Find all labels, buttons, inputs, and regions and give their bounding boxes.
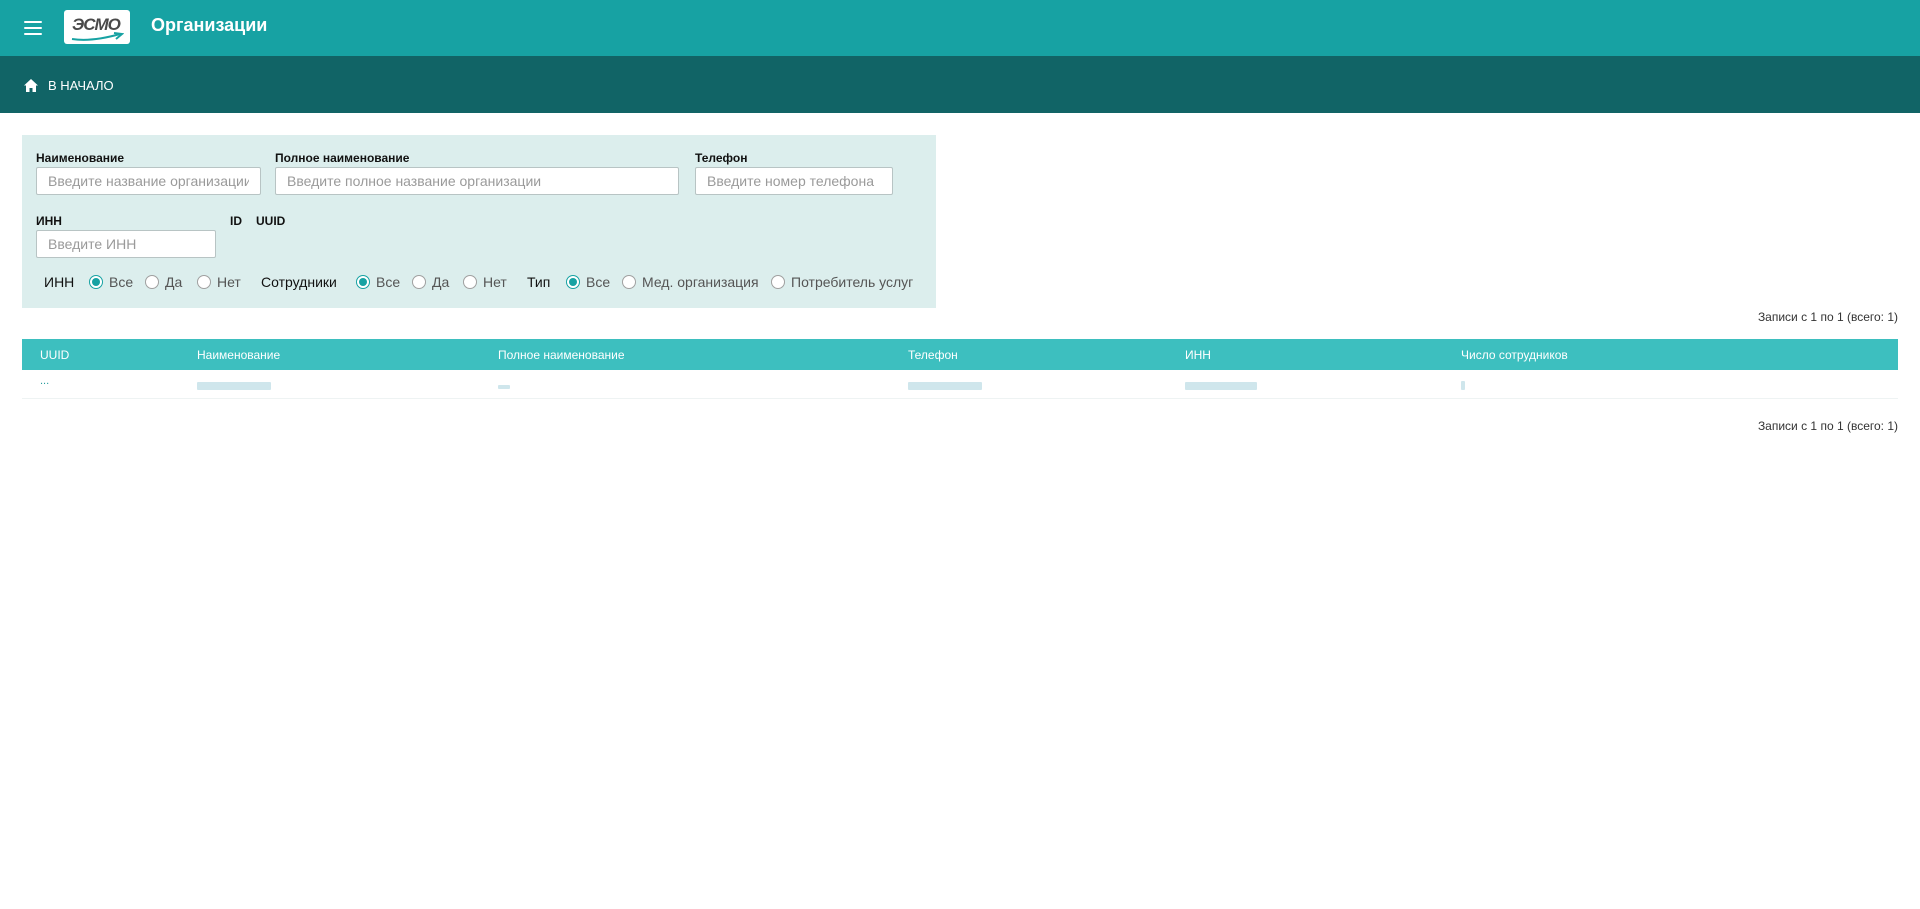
type-radio-consumer[interactable]: Потребитель услуг: [771, 274, 913, 290]
page-title: Организации: [151, 15, 268, 35]
phone-filter-input[interactable]: [695, 167, 893, 195]
records-info-top: Записи с 1 по 1 (всего: 1): [1757, 310, 1898, 324]
radio-label: Да: [165, 274, 183, 290]
uuid-filter-label: UUID: [256, 214, 286, 228]
type-radio-med-org[interactable]: Мед. организация: [622, 274, 759, 290]
app-logo[interactable]: ЭСМО: [64, 10, 130, 44]
inn-filter-label: ИНН: [36, 214, 62, 228]
radio-label: Потребитель услуг: [791, 274, 914, 290]
column-header-full-name[interactable]: Полное наименование: [498, 348, 625, 362]
home-link[interactable]: В НАЧАЛО: [24, 76, 114, 94]
column-header-inn[interactable]: ИНН: [1185, 348, 1211, 362]
radio-checked-icon: [89, 275, 103, 289]
employees-radio-no[interactable]: Нет: [463, 274, 507, 290]
column-header-name[interactable]: Наименование: [197, 348, 280, 362]
radio-unchecked-icon: [412, 275, 426, 289]
column-header-employees[interactable]: Число сотрудников: [1461, 348, 1568, 362]
full-name-filter-label: Полное наименование: [275, 151, 410, 165]
filter-panel: Наименование Полное наименование Телефон…: [22, 135, 936, 308]
employees-radio-group-label: Сотрудники: [261, 274, 337, 290]
radio-unchecked-icon: [145, 275, 159, 289]
column-header-phone[interactable]: Телефон: [908, 348, 958, 362]
inn-radio-yes[interactable]: Да: [145, 274, 182, 290]
radio-label: Все: [376, 274, 401, 290]
full-name-filter-input[interactable]: [275, 167, 679, 195]
cell-name-redacted: [197, 382, 271, 390]
type-radio-all[interactable]: Все: [566, 274, 610, 290]
breadcrumb-bar: В НАЧАЛО: [0, 56, 1920, 113]
inn-filter-input[interactable]: [36, 230, 216, 258]
menu-icon[interactable]: [20, 16, 46, 40]
radio-unchecked-icon: [622, 275, 636, 289]
radio-label: Нет: [483, 274, 507, 290]
radio-unchecked-icon: [463, 275, 477, 289]
inn-radio-all[interactable]: Все: [89, 274, 133, 290]
phone-filter-label: Телефон: [695, 151, 748, 165]
cell-full-name-redacted: [498, 385, 510, 389]
radio-label: Мед. организация: [642, 274, 759, 290]
table-row[interactable]: ...: [22, 370, 1898, 399]
radio-unchecked-icon: [771, 275, 785, 289]
radio-label: Да: [432, 274, 450, 290]
cell-phone-redacted: [908, 382, 982, 390]
logo-swoosh-icon: [71, 32, 124, 41]
radio-label: Нет: [217, 274, 241, 290]
table-header: UUID Наименование Полное наименование Те…: [22, 339, 1898, 370]
cell-inn-redacted: [1185, 382, 1257, 390]
radio-label: Все: [109, 274, 134, 290]
name-filter-input[interactable]: [36, 167, 261, 195]
type-radio-group-label: Тип: [527, 274, 551, 290]
radio-checked-icon: [566, 275, 580, 289]
cell-employees-redacted: [1461, 381, 1465, 390]
cell-uuid[interactable]: ...: [40, 375, 49, 387]
inn-radio-group-label: ИНН: [44, 274, 75, 290]
employees-radio-all[interactable]: Все: [356, 274, 400, 290]
id-filter-label: ID: [230, 214, 242, 228]
column-header-uuid[interactable]: UUID: [40, 348, 69, 362]
radio-label: Все: [586, 274, 611, 290]
radio-checked-icon: [356, 275, 370, 289]
employees-radio-yes[interactable]: Да: [412, 274, 449, 290]
app-header: ЭСМО Организации: [0, 0, 1920, 56]
radio-unchecked-icon: [197, 275, 211, 289]
home-link-label: В НАЧАЛО: [48, 77, 114, 93]
records-info-bottom: Записи с 1 по 1 (всего: 1): [1757, 419, 1898, 433]
home-icon: [24, 78, 38, 92]
inn-radio-no[interactable]: Нет: [197, 274, 241, 290]
name-filter-label: Наименование: [36, 151, 125, 165]
